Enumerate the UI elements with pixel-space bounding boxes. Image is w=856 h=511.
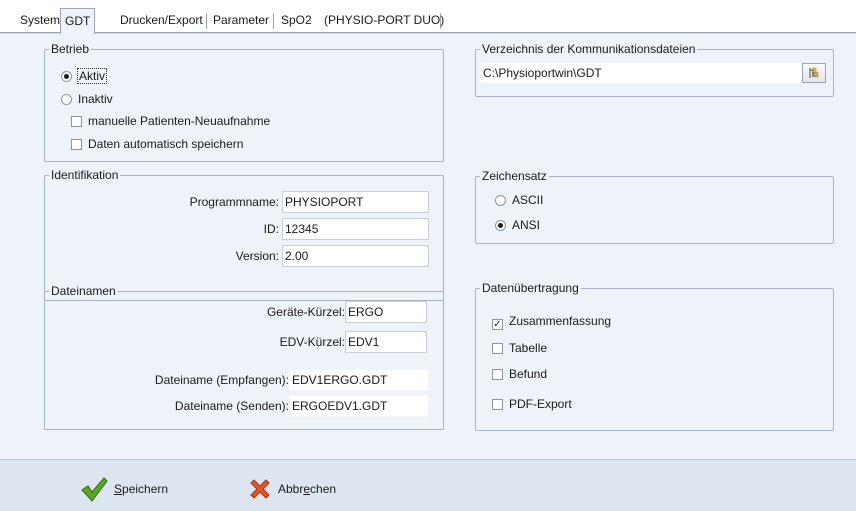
- dateiname-empfangen-field: EDV1ERGO.GDT: [289, 369, 429, 391]
- checkbox-zusammenfassung[interactable]: ✓ Zusammenfassung: [492, 313, 612, 330]
- radio-ansi-label: ANSI: [512, 218, 541, 232]
- version-label: Version:: [235, 249, 279, 263]
- radio-ansi[interactable]: ANSI: [495, 217, 540, 233]
- tab-spo2[interactable]: SpO2: [277, 10, 316, 31]
- radio-aktiv[interactable]: Aktiv: [61, 68, 108, 84]
- group-verzeichnis-title: Verzeichnis der Kommunikationsdateien: [480, 42, 698, 56]
- dateiname-senden-field: ERGOEDV1.GDT: [289, 395, 429, 417]
- checkbox-daten-speichern-box[interactable]: [71, 139, 82, 150]
- gdt-settings-panel: Betrieb Aktiv Inaktiv manuelle Patienten…: [0, 33, 856, 460]
- group-datenuebertragung-title: Datenübertragung: [480, 281, 581, 295]
- group-zeichensatz-title: Zeichensatz: [480, 169, 549, 183]
- checkbox-pdf-export[interactable]: PDF-Export: [492, 396, 572, 412]
- checkbox-tabelle[interactable]: Tabelle: [492, 340, 547, 356]
- group-identifikation: Identifikation Programmname: PHYSIOPORT …: [44, 168, 444, 301]
- checkbox-tabelle-box[interactable]: [492, 343, 503, 354]
- checkbox-befund-label: Befund: [509, 367, 548, 381]
- checkbox-manuelle-neuaufnahme-box[interactable]: [71, 116, 82, 127]
- checkbox-pdf-export-label: PDF-Export: [509, 397, 572, 411]
- geraete-kuerzel-field[interactable]: ERGO: [345, 301, 427, 323]
- group-dateinamen-title: Dateinamen: [49, 284, 118, 298]
- radio-ascii[interactable]: ASCII: [495, 192, 543, 208]
- cancel-button-label: Abbrechen: [278, 482, 337, 496]
- tab-separator: [440, 13, 441, 29]
- tab-physio-port-duo[interactable]: (PHYSIO-PORT DUO): [320, 10, 448, 31]
- group-betrieb: Betrieb Aktiv Inaktiv manuelle Patienten…: [44, 42, 444, 162]
- dateiname-senden-label: Dateiname (Senden):: [174, 399, 289, 413]
- tab-gdt[interactable]: GDT: [60, 8, 96, 34]
- checkbox-befund-box[interactable]: [492, 369, 503, 380]
- group-zeichensatz: Zeichensatz ASCII ANSI: [475, 169, 834, 244]
- button-bar: Speichern Abbrechen: [0, 459, 856, 511]
- checkbox-zusammenfassung-box[interactable]: ✓: [492, 319, 503, 330]
- group-verzeichnis: Verzeichnis der Kommunikationsdateien C:…: [475, 42, 834, 97]
- group-betrieb-title: Betrieb: [49, 42, 92, 56]
- radio-ascii-indicator[interactable]: [495, 195, 506, 206]
- save-button[interactable]: Speichern: [80, 477, 169, 502]
- save-button-label: Speichern: [114, 482, 169, 496]
- geraete-kuerzel-label: Geräte-Kürzel:: [266, 305, 345, 319]
- radio-inaktiv[interactable]: Inaktiv: [61, 91, 113, 107]
- edv-kuerzel-field[interactable]: EDV1: [345, 331, 427, 353]
- checkbox-tabelle-label: Tabelle: [509, 341, 548, 355]
- verzeichnis-path-field[interactable]: C:\Physioportwin\GDT: [480, 62, 826, 84]
- checkbox-daten-speichern[interactable]: Daten automatisch speichern: [71, 136, 243, 152]
- group-dateinamen: Dateinamen Geräte-Kürzel: ERGO EDV-Kürze…: [44, 284, 444, 430]
- folder-browse-icon: [809, 67, 819, 78]
- tab-drucken-export[interactable]: Drucken/Export: [116, 10, 207, 31]
- radio-inaktiv-label: Inaktiv: [78, 92, 113, 106]
- tab-bar: System GDT Drucken/Export Parameter SpO2…: [0, 0, 856, 34]
- radio-ascii-label: ASCII: [512, 193, 544, 207]
- x-icon: [250, 479, 270, 499]
- programmname-label: Programmname:: [189, 195, 279, 209]
- checkbox-manuelle-neuaufnahme[interactable]: manuelle Patienten-Neuaufnahme: [71, 113, 270, 129]
- group-datenuebertragung: Datenübertragung ✓ Zusammenfassung Tabell…: [475, 281, 834, 431]
- edv-kuerzel-label: EDV-Kürzel:: [279, 335, 345, 349]
- radio-aktiv-label: Aktiv: [76, 68, 108, 84]
- checkbox-zusammenfassung-label: Zusammenfassung: [509, 314, 612, 328]
- radio-aktiv-indicator[interactable]: [61, 71, 72, 82]
- checkbox-pdf-export-box[interactable]: [492, 399, 503, 410]
- tab-separator: [273, 13, 274, 29]
- tab-system[interactable]: System: [16, 10, 64, 31]
- cancel-button[interactable]: Abbrechen: [248, 478, 336, 500]
- id-field[interactable]: 12345: [282, 218, 429, 240]
- dateiname-empfangen-label: Dateiname (Empfangen):: [154, 373, 289, 387]
- checkmark-icon: [81, 477, 108, 502]
- group-identifikation-title: Identifikation: [49, 168, 121, 182]
- checkbox-manuelle-neuaufnahme-label: manuelle Patienten-Neuaufnahme: [88, 114, 271, 128]
- tab-parameter[interactable]: Parameter: [209, 10, 273, 31]
- programmname-field[interactable]: PHYSIOPORT: [282, 191, 429, 213]
- id-label: ID:: [263, 222, 279, 236]
- tab-separator: [206, 13, 207, 29]
- checkbox-befund[interactable]: Befund: [492, 366, 547, 382]
- version-field[interactable]: 2.00: [282, 245, 429, 267]
- checkbox-daten-speichern-label: Daten automatisch speichern: [88, 137, 244, 151]
- radio-ansi-indicator[interactable]: [495, 220, 506, 231]
- radio-inaktiv-indicator[interactable]: [61, 94, 72, 105]
- folder-browse-button[interactable]: [802, 63, 826, 83]
